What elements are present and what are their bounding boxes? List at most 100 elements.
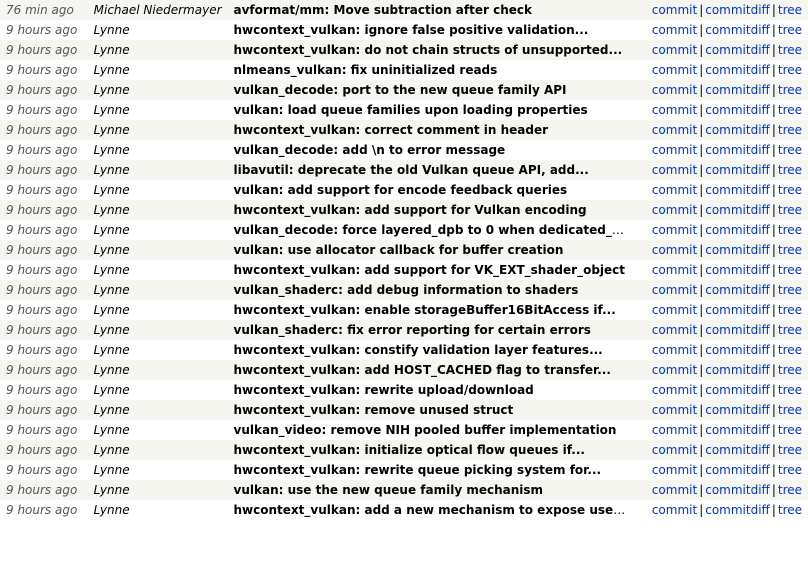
tree-link[interactable]: tree: [778, 3, 802, 17]
tree-link[interactable]: tree: [778, 463, 802, 477]
commitdiff-link[interactable]: commitdiff: [705, 243, 770, 257]
tree-link[interactable]: tree: [778, 143, 802, 157]
commit-link[interactable]: commit: [652, 283, 697, 297]
commit-link[interactable]: commit: [652, 403, 697, 417]
tree-link[interactable]: tree: [778, 223, 802, 237]
commitdiff-link[interactable]: commitdiff: [705, 443, 770, 457]
commit-subject-link[interactable]: hwcontext_vulkan: remove unused struct: [234, 403, 514, 417]
commitdiff-link[interactable]: commitdiff: [705, 23, 770, 37]
commit-link[interactable]: commit: [652, 503, 697, 517]
commitdiff-link[interactable]: commitdiff: [705, 263, 770, 277]
commit-link[interactable]: commit: [652, 363, 697, 377]
commitdiff-link[interactable]: commitdiff: [705, 143, 770, 157]
tree-link[interactable]: tree: [778, 403, 802, 417]
commit-link[interactable]: commit: [652, 243, 697, 257]
commit-subject-link[interactable]: hwcontext_vulkan: correct comment in hea…: [234, 123, 549, 137]
tree-link[interactable]: tree: [778, 243, 802, 257]
commitdiff-link[interactable]: commitdiff: [705, 463, 770, 477]
tree-link[interactable]: tree: [778, 63, 802, 77]
tree-link[interactable]: tree: [778, 443, 802, 457]
commitdiff-link[interactable]: commitdiff: [705, 303, 770, 317]
commitdiff-link[interactable]: commitdiff: [705, 43, 770, 57]
tree-link[interactable]: tree: [778, 123, 802, 137]
commit-subject-link[interactable]: vulkan_shaderc: fix error reporting for …: [234, 323, 591, 337]
commit-link[interactable]: commit: [652, 483, 697, 497]
commitdiff-link[interactable]: commitdiff: [705, 343, 770, 357]
commit-link[interactable]: commit: [652, 43, 697, 57]
tree-link[interactable]: tree: [778, 343, 802, 357]
commitdiff-link[interactable]: commitdiff: [705, 503, 770, 517]
commit-link[interactable]: commit: [652, 163, 697, 177]
commit-subject-link[interactable]: hwcontext_vulkan: add support for Vulkan…: [234, 203, 587, 217]
commitdiff-link[interactable]: commitdiff: [705, 123, 770, 137]
commit-subject-link[interactable]: hwcontext_vulkan: add HOST_CACHED flag t…: [234, 363, 611, 377]
commit-link[interactable]: commit: [652, 463, 697, 477]
commit-link[interactable]: commit: [652, 323, 697, 337]
commit-link[interactable]: commit: [652, 343, 697, 357]
commit-link[interactable]: commit: [652, 423, 697, 437]
commit-subject-link[interactable]: vulkan_decode: force layered_dpb to 0 wh…: [234, 223, 638, 237]
commit-link[interactable]: commit: [652, 123, 697, 137]
commit-subject-link[interactable]: nlmeans_vulkan: fix uninitialized reads: [234, 63, 498, 77]
commitdiff-link[interactable]: commitdiff: [705, 483, 770, 497]
commitdiff-link[interactable]: commitdiff: [705, 363, 770, 377]
commitdiff-link[interactable]: commitdiff: [705, 403, 770, 417]
commit-link[interactable]: commit: [652, 183, 697, 197]
commit-subject-link[interactable]: vulkan: add support for encode feedback …: [234, 183, 568, 197]
commitdiff-link[interactable]: commitdiff: [705, 83, 770, 97]
tree-link[interactable]: tree: [778, 163, 802, 177]
commit-link[interactable]: commit: [652, 223, 697, 237]
commit-subject-link[interactable]: hwcontext_vulkan: rewrite upload/downloa…: [234, 383, 534, 397]
commit-link[interactable]: commit: [652, 23, 697, 37]
commit-link[interactable]: commit: [652, 63, 697, 77]
commitdiff-link[interactable]: commitdiff: [705, 63, 770, 77]
commit-subject-link[interactable]: hwcontext_vulkan: initialize optical flo…: [234, 443, 585, 457]
commit-link[interactable]: commit: [652, 383, 697, 397]
commit-subject-link[interactable]: vulkan_shaderc: add debug information to…: [234, 283, 579, 297]
tree-link[interactable]: tree: [778, 23, 802, 37]
commitdiff-link[interactable]: commitdiff: [705, 323, 770, 337]
tree-link[interactable]: tree: [778, 103, 802, 117]
tree-link[interactable]: tree: [778, 423, 802, 437]
commit-subject-link[interactable]: avformat/mm: Move subtraction after chec…: [234, 3, 532, 17]
commitdiff-link[interactable]: commitdiff: [705, 283, 770, 297]
commit-subject-link[interactable]: hwcontext_vulkan: enable storageBuffer16…: [234, 303, 616, 317]
commit-link[interactable]: commit: [652, 203, 697, 217]
tree-link[interactable]: tree: [778, 483, 802, 497]
commit-subject-link[interactable]: libavutil: deprecate the old Vulkan queu…: [234, 163, 589, 177]
commit-subject-link[interactable]: vulkan_video: remove NIH pooled buffer i…: [234, 423, 617, 437]
tree-link[interactable]: tree: [778, 303, 802, 317]
commit-subject-link[interactable]: vulkan_decode: port to the new queue fam…: [234, 83, 567, 97]
commit-link[interactable]: commit: [652, 303, 697, 317]
commit-subject-link[interactable]: hwcontext_vulkan: ignore false positive …: [234, 23, 589, 37]
commitdiff-link[interactable]: commitdiff: [705, 183, 770, 197]
tree-link[interactable]: tree: [778, 263, 802, 277]
commit-link[interactable]: commit: [652, 263, 697, 277]
tree-link[interactable]: tree: [778, 363, 802, 377]
commitdiff-link[interactable]: commitdiff: [705, 203, 770, 217]
commit-subject-link[interactable]: hwcontext_vulkan: do not chain structs o…: [234, 43, 623, 57]
commitdiff-link[interactable]: commitdiff: [705, 383, 770, 397]
tree-link[interactable]: tree: [778, 83, 802, 97]
commitdiff-link[interactable]: commitdiff: [705, 163, 770, 177]
commitdiff-link[interactable]: commitdiff: [705, 3, 770, 17]
commitdiff-link[interactable]: commitdiff: [705, 223, 770, 237]
commit-link[interactable]: commit: [652, 3, 697, 17]
commit-link[interactable]: commit: [652, 83, 697, 97]
commit-link[interactable]: commit: [652, 143, 697, 157]
commit-subject-link[interactable]: hwcontext_vulkan: rewrite queue picking …: [234, 463, 602, 477]
commit-subject-link[interactable]: vulkan_decode: add \n to error message: [234, 143, 506, 157]
tree-link[interactable]: tree: [778, 383, 802, 397]
tree-link[interactable]: tree: [778, 203, 802, 217]
commit-subject-link[interactable]: hwcontext_vulkan: add a new mechanism to…: [234, 503, 636, 517]
commit-subject-link[interactable]: vulkan: use allocator callback for buffe…: [234, 243, 564, 257]
commit-subject-link[interactable]: vulkan: load queue families upon loading…: [234, 103, 588, 117]
commit-link[interactable]: commit: [652, 103, 697, 117]
commit-subject-link[interactable]: vulkan: use the new queue family mechani…: [234, 483, 544, 497]
tree-link[interactable]: tree: [778, 43, 802, 57]
commitdiff-link[interactable]: commitdiff: [705, 103, 770, 117]
tree-link[interactable]: tree: [778, 183, 802, 197]
tree-link[interactable]: tree: [778, 283, 802, 297]
tree-link[interactable]: tree: [778, 323, 802, 337]
commit-subject-link[interactable]: hwcontext_vulkan: add support for VK_EXT…: [234, 263, 626, 277]
